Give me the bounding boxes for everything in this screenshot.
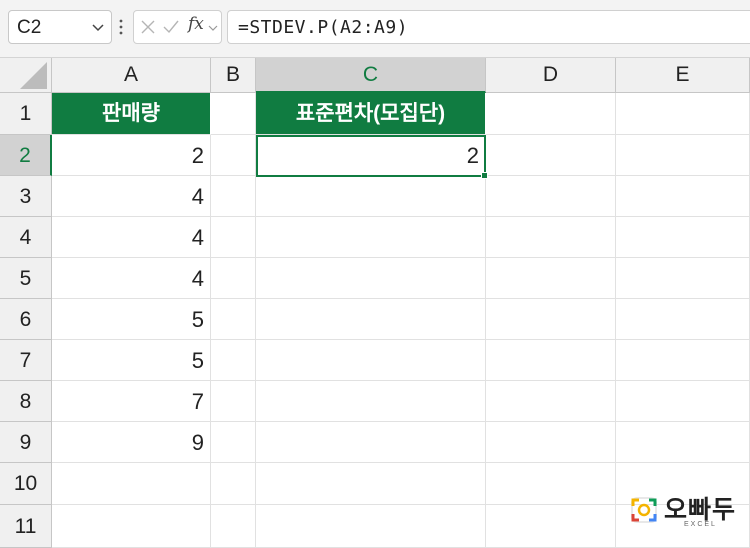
formula-text: =STDEV.P(A2:A9) <box>238 17 409 38</box>
cell-c1[interactable]: 표준편차(모집단) <box>256 93 486 135</box>
cell-d8[interactable] <box>486 381 616 422</box>
cell-b6[interactable] <box>211 299 256 340</box>
cell-a11[interactable] <box>52 505 211 548</box>
cell-c2[interactable]: 2 <box>256 135 486 176</box>
cell-e4[interactable] <box>616 217 750 258</box>
cell-e5[interactable] <box>616 258 750 299</box>
select-all-triangle-icon <box>20 62 47 89</box>
row-header-8[interactable]: 8 <box>0 381 52 422</box>
column-header-b[interactable]: B <box>211 58 256 93</box>
chevron-down-icon[interactable] <box>91 20 105 34</box>
formula-input[interactable]: =STDEV.P(A2:A9) <box>227 10 750 44</box>
cell-b3[interactable] <box>211 176 256 217</box>
row-header-10[interactable]: 10 <box>0 463 52 505</box>
name-box[interactable]: C2 <box>8 10 112 44</box>
cell-a2[interactable]: 2 <box>52 135 211 176</box>
cell-a3[interactable]: 4 <box>52 176 211 217</box>
cell-e7[interactable] <box>616 340 750 381</box>
cell-d5[interactable] <box>486 258 616 299</box>
cell-b8[interactable] <box>211 381 256 422</box>
cell-e8[interactable] <box>616 381 750 422</box>
cell-a7[interactable]: 5 <box>52 340 211 381</box>
cell-d10[interactable] <box>486 463 616 505</box>
cell-e3[interactable] <box>616 176 750 217</box>
cell-a5[interactable]: 4 <box>52 258 211 299</box>
watermark-logo: 오빠두 EXCEL <box>630 490 740 534</box>
cell-b5[interactable] <box>211 258 256 299</box>
row-header-5[interactable]: 5 <box>0 258 52 299</box>
column-header-c[interactable]: C <box>256 58 486 93</box>
enter-check-icon[interactable] <box>162 18 180 36</box>
column-header-a[interactable]: A <box>52 58 211 93</box>
formula-buttons: fx <box>133 10 222 44</box>
cell-c9[interactable] <box>256 422 486 463</box>
cell-e6[interactable] <box>616 299 750 340</box>
insert-function-icon[interactable]: fx <box>188 14 204 34</box>
cell-d6[interactable] <box>486 299 616 340</box>
cell-b2[interactable] <box>211 135 256 176</box>
cell-d3[interactable] <box>486 176 616 217</box>
cell-d1[interactable] <box>486 93 616 135</box>
cell-c4[interactable] <box>256 217 486 258</box>
cell-e1[interactable] <box>616 93 750 135</box>
row-header-1[interactable]: 1 <box>0 93 52 135</box>
cell-d11[interactable] <box>486 505 616 548</box>
column-header-e[interactable]: E <box>616 58 750 93</box>
cancel-icon[interactable] <box>140 18 156 36</box>
cell-d9[interactable] <box>486 422 616 463</box>
cell-d7[interactable] <box>486 340 616 381</box>
cell-c6[interactable] <box>256 299 486 340</box>
cell-c3[interactable] <box>256 176 486 217</box>
cell-a9[interactable]: 9 <box>52 422 211 463</box>
column-header-d[interactable]: D <box>486 58 616 93</box>
cell-c8[interactable] <box>256 381 486 422</box>
cell-d4[interactable] <box>486 217 616 258</box>
cell-a1[interactable]: 판매량 <box>52 93 211 135</box>
row-header-9[interactable]: 9 <box>0 422 52 463</box>
cell-c10[interactable] <box>256 463 486 505</box>
cell-b11[interactable] <box>211 505 256 548</box>
fill-handle[interactable] <box>481 172 488 179</box>
row-header-7[interactable]: 7 <box>0 340 52 381</box>
oppadu-logo-icon <box>631 497 657 523</box>
cell-a10[interactable] <box>52 463 211 505</box>
select-all-button[interactable] <box>0 58 52 93</box>
name-box-value: C2 <box>17 17 42 38</box>
cell-a6[interactable]: 5 <box>52 299 211 340</box>
cell-a4[interactable]: 4 <box>52 217 211 258</box>
watermark-subtitle: EXCEL <box>684 521 717 528</box>
more-options-icon[interactable] <box>118 16 124 38</box>
cell-c11[interactable] <box>256 505 486 548</box>
row-header-4[interactable]: 4 <box>0 217 52 258</box>
cell-c5[interactable] <box>256 258 486 299</box>
cell-b10[interactable] <box>211 463 256 505</box>
cell-b1[interactable] <box>211 93 256 135</box>
cell-a8[interactable]: 7 <box>52 381 211 422</box>
row-header-6[interactable]: 6 <box>0 299 52 340</box>
cell-e9[interactable] <box>616 422 750 463</box>
cell-d2[interactable] <box>486 135 616 176</box>
cell-b9[interactable] <box>211 422 256 463</box>
row-header-2[interactable]: 2 <box>0 135 52 176</box>
row-header-11[interactable]: 11 <box>0 505 52 548</box>
cell-c7[interactable] <box>256 340 486 381</box>
cell-b4[interactable] <box>211 217 256 258</box>
cell-e2[interactable] <box>616 135 750 176</box>
row-header-3[interactable]: 3 <box>0 176 52 217</box>
formula-bar: C2 fx =STDEV.P(A2:A9) <box>0 0 750 58</box>
chevron-down-icon[interactable] <box>208 23 218 33</box>
cell-b7[interactable] <box>211 340 256 381</box>
